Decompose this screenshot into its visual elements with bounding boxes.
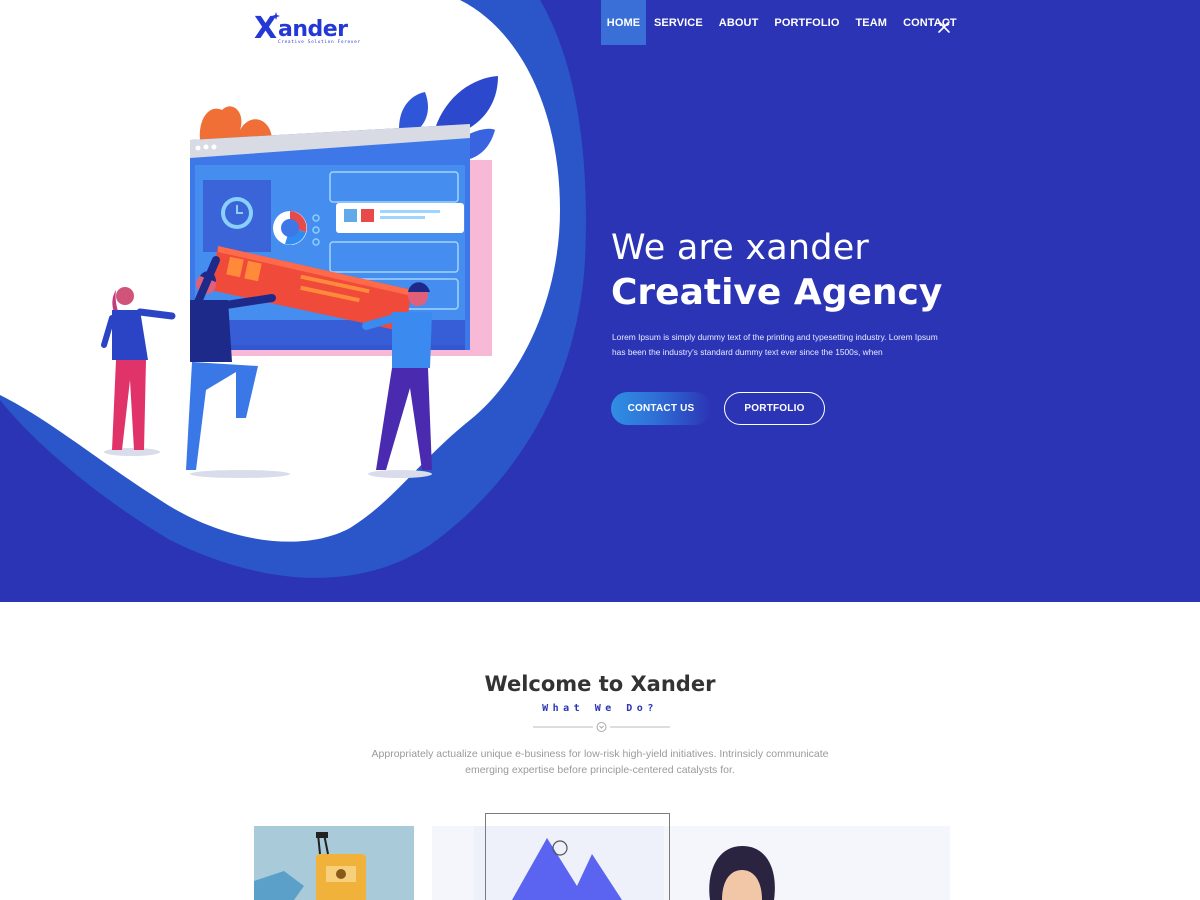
hero-title-line2: Creative Agency bbox=[611, 272, 943, 313]
nav-item-contact[interactable]: CONTACT bbox=[895, 0, 965, 45]
main-nav: HOME SERVICE ABOUT PORTFOLIO TEAM CONTAC… bbox=[601, 0, 965, 45]
image-frame bbox=[485, 813, 670, 900]
nav-item-about[interactable]: ABOUT bbox=[711, 0, 767, 45]
logo-tagline: Creative Solution Forever bbox=[278, 40, 361, 45]
nav-item-portfolio[interactable]: PORTFOLIO bbox=[766, 0, 847, 45]
nav-item-team[interactable]: TEAM bbox=[847, 0, 895, 45]
contact-us-button[interactable]: CONTACT US bbox=[611, 392, 711, 425]
nav-item-home[interactable]: HOME bbox=[601, 0, 646, 45]
welcome-title: Welcome to Xander bbox=[484, 672, 716, 696]
close-icon[interactable] bbox=[935, 18, 953, 36]
hero-description: Lorem Ipsum is simply dummy text of the … bbox=[612, 332, 938, 357]
hero-background bbox=[0, 0, 586, 578]
logo-text: ander bbox=[278, 17, 348, 42]
section-divider bbox=[533, 722, 670, 732]
nav-item-service[interactable]: SERVICE bbox=[646, 0, 711, 45]
brand-logo[interactable]: X ander Creative Solution Forever bbox=[254, 12, 360, 48]
welcome-description: Appropriately actualize unique e-busines… bbox=[371, 748, 829, 776]
page: X ander Creative Solution Forever HOME S… bbox=[0, 0, 1200, 900]
hero-section: X ander Creative Solution Forever HOME S… bbox=[0, 0, 1200, 602]
sparkle-icon bbox=[272, 12, 280, 20]
camera-illustration bbox=[254, 826, 414, 900]
hero-title-line1: We are xander bbox=[611, 228, 870, 268]
portfolio-button[interactable]: PORTFOLIO bbox=[724, 392, 825, 425]
chevron-down-icon bbox=[599, 725, 604, 729]
welcome-subtitle: What We Do? bbox=[542, 703, 658, 714]
feature-card-image-1[interactable] bbox=[254, 826, 414, 900]
